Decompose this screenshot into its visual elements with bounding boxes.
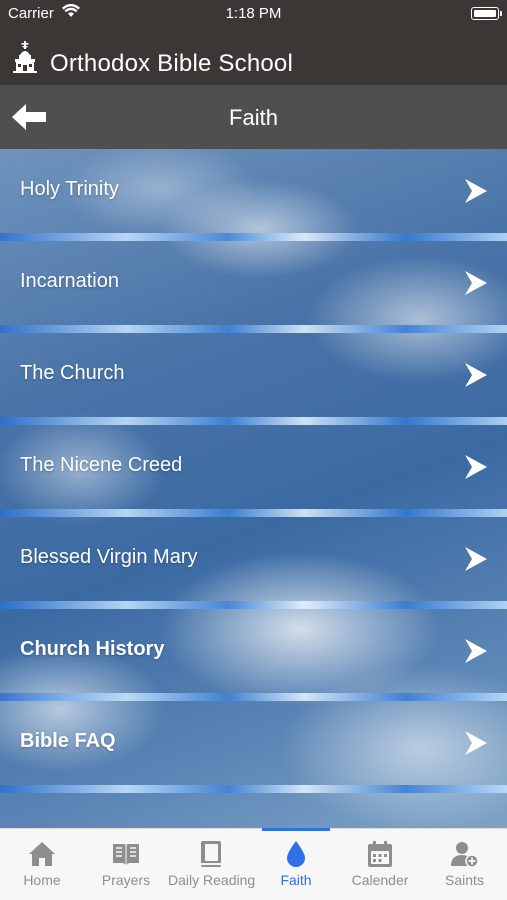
tab-home[interactable]: Home [0,829,84,900]
active-tab-indicator [262,828,330,831]
chevron-right-icon [465,455,487,479]
chevron-right-icon [465,731,487,755]
bible-icon [201,841,221,867]
divider [0,325,507,333]
open-book-icon [113,844,139,865]
list-item-label: Bible FAQ [20,730,116,752]
battery-icon [471,7,502,20]
divider [0,509,507,517]
list-item-holy-trinity[interactable]: Holy Trinity [0,149,507,233]
list-item-label: The Nicene Creed [20,454,183,476]
list-item-bible-faq[interactable]: Bible FAQ [0,701,507,785]
tab-daily-reading[interactable]: Daily Reading [168,829,256,900]
tab-label: Calender [351,872,409,888]
list-item-nicene-creed[interactable]: The Nicene Creed [0,425,507,509]
list-item-incarnation[interactable]: Incarnation [0,241,507,325]
divider [0,601,507,609]
faith-topic-list: Holy Trinity Incarnation The Church The … [0,149,507,828]
page-title: Faith [229,105,278,130]
section-header: Faith [0,85,507,149]
status-time: 1:18 PM [225,5,282,22]
tab-label: Prayers [101,872,151,888]
divider [0,693,507,701]
tab-prayers[interactable]: Prayers [84,829,168,900]
divider [0,233,507,241]
tab-label: Saints [445,872,484,888]
list-item-church-history[interactable]: Church History [0,609,507,693]
tab-label: Faith [280,872,312,888]
chevron-right-icon [465,179,487,203]
list-item-label: Incarnation [20,270,119,292]
list-item-label: Blessed Virgin Mary [20,546,198,568]
list-item-label: Holy Trinity [20,178,119,200]
tab-label: Daily Reading [168,872,256,888]
flame-drop-icon [287,841,305,867]
person-add-icon [450,842,479,868]
calendar-icon [368,841,392,867]
tab-calender[interactable]: Calender [338,829,422,900]
divider [0,785,507,793]
app-header: Orthodox Bible School [0,28,507,85]
chevron-right-icon [465,547,487,571]
bottom-tab-bar: Home Prayers Daily Reading Faith Calende… [0,828,507,900]
tab-faith[interactable]: Faith [254,828,338,900]
home-icon [29,842,55,866]
list-item-label: Church History [20,638,165,660]
list-item-the-church[interactable]: The Church [0,333,507,417]
orthodox-cross-church-icon [13,41,37,73]
list-item-label: The Church [20,362,125,384]
chevron-right-icon [465,639,487,663]
divider [0,417,507,425]
status-bar: Carrier 1:18 PM [0,0,507,28]
tab-saints[interactable]: Saints [422,829,507,900]
app-title: Orthodox Bible School [50,50,294,77]
list-item-blessed-virgin-mary[interactable]: Blessed Virgin Mary [0,517,507,601]
tab-label: Home [23,872,61,888]
chevron-right-icon [465,363,487,387]
chevron-right-icon [465,271,487,295]
